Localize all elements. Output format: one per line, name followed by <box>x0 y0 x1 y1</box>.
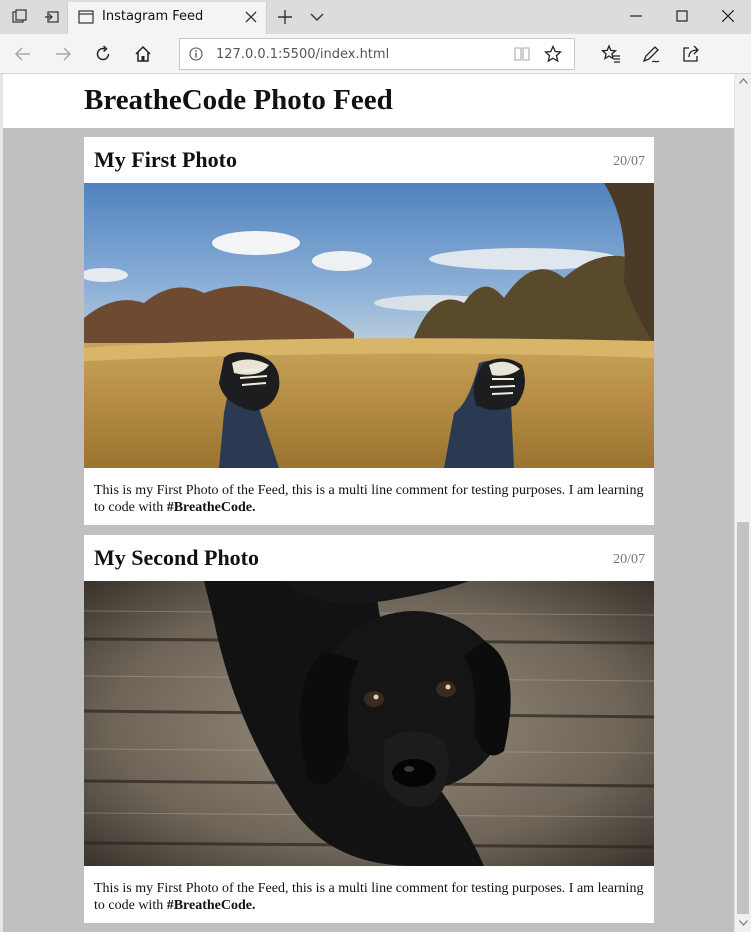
share-icon[interactable] <box>681 44 701 64</box>
post-caption: This is my First Photo of the Feed, this… <box>94 880 646 914</box>
post-title: My First Photo <box>94 147 237 172</box>
sneakers-in-field-photo <box>84 183 654 468</box>
scroll-down-arrow-icon[interactable] <box>739 920 748 926</box>
tab-title: Instagram Feed <box>102 9 204 24</box>
star-icon[interactable] <box>544 45 562 63</box>
back-arrow-icon[interactable] <box>14 45 32 63</box>
post-card: My Second Photo 20/07 This is my First P… <box>84 535 654 923</box>
pen-icon[interactable] <box>641 44 661 64</box>
set-aside-tabs-icon[interactable] <box>44 9 60 25</box>
close-icon[interactable] <box>245 11 257 23</box>
black-puppy-photo <box>84 581 654 866</box>
post-title: My Second Photo <box>94 545 259 570</box>
url-text[interactable]: 127.0.0.1:5500/index.html <box>216 47 389 62</box>
favorites-icon[interactable] <box>601 44 621 64</box>
post-caption: This is my First Photo of the Feed, this… <box>94 482 646 516</box>
vertical-scrollbar[interactable] <box>734 74 751 932</box>
caption-hashtag: #BreatheCode. <box>166 898 256 913</box>
post-date: 20/07 <box>613 552 645 567</box>
refresh-icon[interactable] <box>94 45 112 63</box>
scroll-up-arrow-icon[interactable] <box>739 78 748 84</box>
page-viewport: BreatheCode Photo Feed My First Photo 20… <box>3 74 734 932</box>
maximize-icon[interactable] <box>676 10 688 22</box>
post-card: My First Photo 20/07 This is my First Ph… <box>84 137 654 525</box>
reading-view-icon[interactable] <box>514 47 530 61</box>
page-header: BreatheCode Photo Feed <box>3 74 734 128</box>
post-date: 20/07 <box>613 154 645 169</box>
home-icon[interactable] <box>134 45 152 63</box>
tab-bar: Instagram Feed <box>0 0 751 34</box>
chevron-down-icon[interactable] <box>310 12 324 22</box>
page-title: BreatheCode Photo Feed <box>84 84 393 116</box>
minimize-icon[interactable] <box>630 10 642 22</box>
address-toolbar: 127.0.0.1:5500/index.html <box>0 34 751 74</box>
tab-instagram-feed[interactable]: Instagram Feed <box>67 2 267 34</box>
scroll-thumb[interactable] <box>737 522 749 914</box>
info-icon[interactable] <box>189 47 203 61</box>
caption-hashtag: #BreatheCode. <box>166 500 256 515</box>
address-bar[interactable]: 127.0.0.1:5500/index.html <box>179 38 575 70</box>
plus-icon[interactable] <box>278 10 292 24</box>
close-icon[interactable] <box>722 10 734 22</box>
tab-preview-icon[interactable] <box>12 9 28 25</box>
page-icon <box>78 10 94 24</box>
forward-arrow-icon[interactable] <box>54 45 72 63</box>
